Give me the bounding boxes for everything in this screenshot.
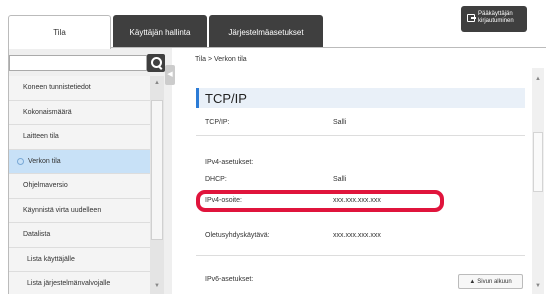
- sidebar-item-total-count[interactable]: Kokonaismäärä: [9, 100, 150, 125]
- selected-indicator-icon: [17, 157, 24, 165]
- dhcp-value: Salli: [333, 176, 347, 183]
- ipv4-address-label: IPv4-osoite:: [205, 197, 242, 204]
- breadcrumb: Tila > Verkon tila: [195, 56, 247, 63]
- section-title: TCP/IP: [205, 91, 247, 106]
- sidebar-item-firmware-version[interactable]: Ohjelmaversio: [9, 174, 150, 199]
- admin-login-label: Pääkäyttäjän kirjautuminen: [478, 11, 514, 24]
- search-icon[interactable]: [147, 54, 165, 72]
- content-scrollbar-thumb[interactable]: [533, 132, 543, 192]
- content-scroll-up-icon[interactable]: ▲: [532, 74, 544, 84]
- sidebar-item-restart[interactable]: Käynnistä virta uudelleen: [9, 198, 150, 223]
- ipv4-address-value: xxx.xxx.xxx.xxx: [333, 197, 381, 204]
- sidebar-scroll-down-icon[interactable]: ▼: [150, 281, 164, 291]
- sidebar-item-label: Käynnistä virta uudelleen: [23, 206, 102, 214]
- sidebar-collapse-handle[interactable]: ◀: [165, 65, 175, 85]
- ipv6-settings-label: IPv6-asetukset:: [205, 276, 254, 283]
- sidebar-item-admin-list[interactable]: Lista järjestelmänvalvojalle: [9, 272, 150, 294]
- sidebar-item-label: Kokonaismäärä: [23, 108, 72, 116]
- sidebar-item-label: Laitteen tila: [23, 133, 59, 141]
- sidebar-scrollbar-thumb[interactable]: [151, 100, 163, 240]
- tcpip-value: Salli: [333, 119, 347, 126]
- divider: [196, 255, 525, 256]
- gateway-label: Oletusyhdyskäytävä:: [205, 232, 270, 239]
- login-icon: [467, 14, 476, 22]
- tab-system-settings[interactable]: Järjestelmäasetukset: [209, 15, 323, 49]
- sidebar-item-data-list[interactable]: Datalista: [9, 223, 150, 248]
- divider: [196, 135, 525, 136]
- chevron-up-icon: ▲: [469, 278, 476, 285]
- dhcp-label: DHCP:: [205, 176, 227, 183]
- search-input[interactable]: [9, 55, 147, 71]
- back-to-top-label: Sivun alkuun: [477, 278, 512, 285]
- sidebar-item-network-status[interactable]: Verkon tila: [9, 149, 150, 174]
- sidebar-item-user-list[interactable]: Lista käyttäjälle: [9, 247, 150, 272]
- sidebar-item-device-status[interactable]: Laitteen tila: [9, 125, 150, 150]
- sidebar-item-label: Datalista: [23, 231, 51, 239]
- ipv4-settings-label: IPv4-asetukset:: [205, 159, 254, 166]
- back-to-top-button[interactable]: ▲ Sivun alkuun: [458, 274, 523, 289]
- sidebar-item-label: Ohjelmaversio: [23, 182, 68, 190]
- sidebar-item-label: Koneen tunnistetiedot: [23, 84, 91, 92]
- admin-login-button[interactable]: Pääkäyttäjän kirjautuminen: [461, 6, 527, 32]
- header: Tila Käyttäjän hallinta Järjestelmäasetu…: [0, 0, 546, 49]
- sidebar-item-label: Lista käyttäjälle: [27, 255, 75, 263]
- gateway-value: xxx.xxx.xxx.xxx: [333, 232, 381, 239]
- sidebar-menu: Koneen tunnistetiedot Kokonaismäärä Lait…: [9, 76, 150, 294]
- sidebar-item-label: Lista järjestelmänvalvojalle: [27, 280, 111, 288]
- tab-user-management[interactable]: Käyttäjän hallinta: [113, 15, 207, 49]
- tcpip-label: TCP/IP:: [205, 119, 230, 126]
- content-scroll-down-icon[interactable]: ▼: [532, 281, 544, 291]
- sidebar-scroll-up-icon[interactable]: ▲: [150, 78, 164, 88]
- tab-status[interactable]: Tila: [8, 15, 111, 49]
- sidebar-item-label: Verkon tila: [28, 157, 61, 165]
- sidebar-item-machine-id[interactable]: Koneen tunnistetiedot: [9, 76, 150, 101]
